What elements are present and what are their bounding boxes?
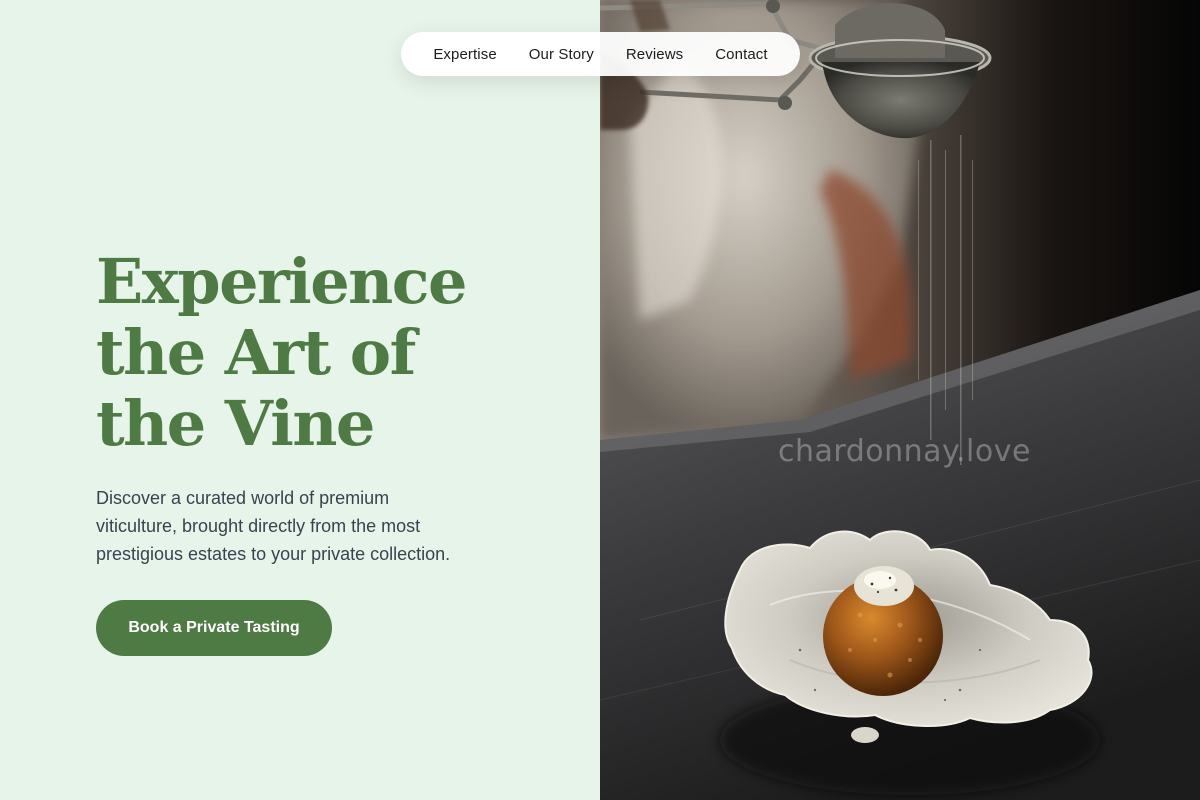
nav-item-contact[interactable]: Contact (715, 46, 767, 63)
watermark-text: chardonnay.love (778, 434, 1031, 469)
nav-item-our-story[interactable]: Our Story (529, 46, 594, 63)
hero-title-line: the Art of (96, 316, 416, 389)
hero-title: Experience the Art of the Vine (96, 246, 536, 459)
nav-item-reviews[interactable]: Reviews (626, 46, 683, 63)
hero-subtitle: Discover a curated world of premium viti… (96, 484, 496, 568)
food-photo-illustration (600, 0, 1200, 800)
hero-subtitle-line: prestigious estates to your private coll… (96, 544, 451, 564)
hero-photo (600, 0, 1200, 800)
hero-title-line: the Vine (96, 387, 375, 460)
nav-item-expertise[interactable]: Expertise (433, 46, 496, 63)
hero-text-panel: Experience the Art of the Vine Discover … (0, 0, 600, 800)
top-nav: Expertise Our Story Reviews Contact (401, 32, 800, 76)
hero-subtitle-line: viticulture, brought directly from the m… (96, 516, 421, 536)
hero-title-line: Experience (96, 245, 467, 318)
landing-page: Experience the Art of the Vine Discover … (0, 0, 1200, 800)
hero-subtitle-line: Discover a curated world of premium (96, 488, 390, 508)
book-tasting-button[interactable]: Book a Private Tasting (96, 600, 332, 656)
